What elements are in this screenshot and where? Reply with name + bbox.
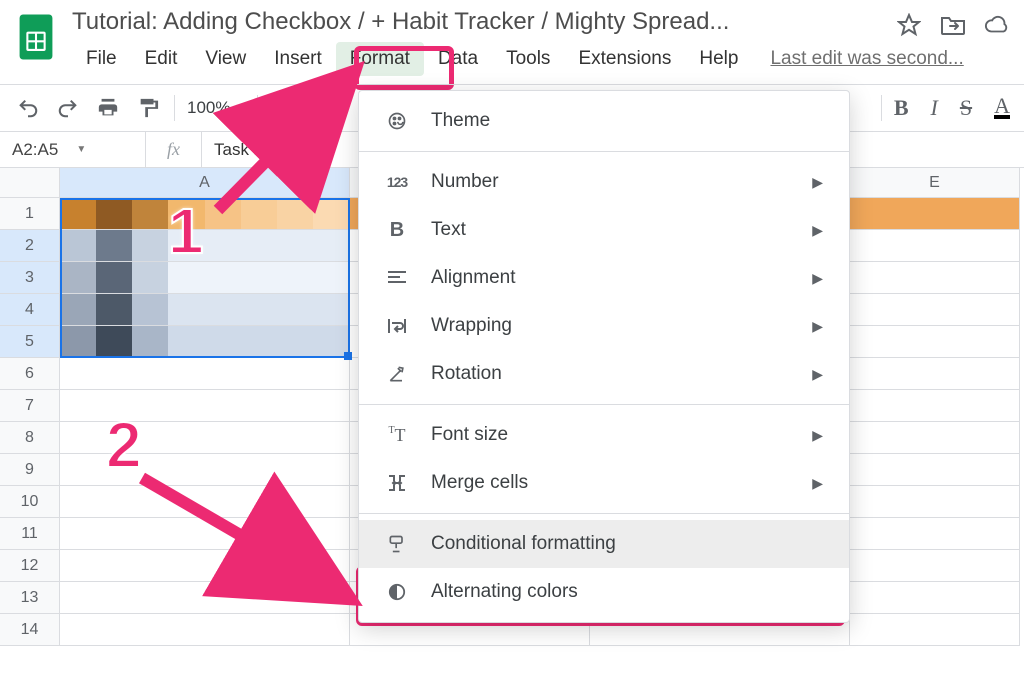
submenu-arrow-icon: ▶ [812,318,823,335]
conditional-icon [385,534,409,554]
menu-tools[interactable]: Tools [492,42,564,76]
menu-text-label: Text [431,219,790,241]
col-header-e[interactable]: E [850,168,1020,198]
theme-icon [385,111,409,131]
menu-font-size[interactable]: TT Font size ▶ [359,411,849,459]
submenu-arrow-icon: ▶ [812,475,823,492]
sheets-logo[interactable] [14,8,58,66]
select-all-corner[interactable] [0,168,60,198]
text-icon: B [385,219,409,242]
submenu-arrow-icon: ▶ [812,270,823,287]
undo-button[interactable] [14,94,42,122]
menu-text[interactable]: B Text ▶ [359,206,849,254]
submenu-arrow-icon: ▶ [812,366,823,383]
menu-edit[interactable]: Edit [131,42,192,76]
alignment-icon [385,270,409,286]
cloud-icon[interactable] [984,12,1010,38]
submenu-arrow-icon: ▶ [812,427,823,444]
font-size-icon: TT [385,425,409,446]
menu-help[interactable]: Help [685,42,752,76]
menu-rotation[interactable]: Rotation ▶ [359,350,849,398]
cell-a4[interactable] [60,294,350,326]
cell-a5[interactable] [60,326,350,358]
menu-wrapping-label: Wrapping [431,315,790,337]
row-header[interactable]: 13 [0,582,60,614]
menu-theme[interactable]: Theme [359,97,849,145]
row-header[interactable]: 10 [0,486,60,518]
row-header[interactable]: 7 [0,390,60,422]
strike-button[interactable]: S [960,95,972,121]
number-icon: 123 [385,174,409,190]
row-header[interactable]: 4 [0,294,60,326]
menu-number[interactable]: 123 Number ▶ [359,158,849,206]
row-header[interactable]: 2 [0,230,60,262]
menu-number-label: Number [431,171,790,193]
row-header[interactable]: 8 [0,422,60,454]
arrow-1 [200,60,370,220]
name-box[interactable]: A2:A5 ▼ [0,132,146,167]
callout-2: 2 [106,408,142,482]
row-header[interactable]: 6 [0,358,60,390]
row-header[interactable]: 12 [0,550,60,582]
bold-button[interactable]: B [894,95,909,121]
submenu-arrow-icon: ▶ [812,222,823,239]
paint-format-button[interactable] [134,94,162,122]
doc-title[interactable]: Tutorial: Adding Checkbox / + Habit Trac… [72,8,832,36]
name-box-value: A2:A5 [12,140,58,160]
redo-button[interactable] [54,94,82,122]
alternating-icon [385,583,409,601]
star-icon[interactable] [896,12,922,38]
wrapping-icon [385,317,409,335]
merge-icon [385,474,409,492]
italic-button[interactable]: I [931,95,938,121]
name-box-dropdown-icon: ▼ [76,144,86,155]
submenu-arrow-icon: ▶ [812,174,823,191]
menu-merge-label: Merge cells [431,472,790,494]
menu-bar: File Edit View Insert Format Data Tools … [72,42,882,76]
text-color-button[interactable]: A [994,97,1010,119]
arrow-2 [130,466,370,616]
menu-file[interactable]: File [72,42,131,76]
menu-alignment[interactable]: Alignment ▶ [359,254,849,302]
rotation-icon [385,364,409,384]
row-header[interactable]: 9 [0,454,60,486]
row-header[interactable]: 3 [0,262,60,294]
menu-merge-cells[interactable]: Merge cells ▶ [359,459,849,507]
last-edit-link[interactable]: Last edit was second... [770,48,963,70]
fx-label: fx [146,132,202,167]
menu-alignment-label: Alignment [431,267,790,289]
callout-1: 1 [168,194,204,268]
row-header[interactable]: 14 [0,614,60,646]
menu-data[interactable]: Data [424,42,492,76]
menu-conditional-formatting[interactable]: Conditional formatting [359,520,849,568]
row-header[interactable]: 1 [0,198,60,230]
menu-alternating-colors[interactable]: Alternating colors [359,568,849,616]
menu-alternating-label: Alternating colors [431,581,823,603]
move-icon[interactable] [940,12,966,38]
print-button[interactable] [94,94,122,122]
format-menu-dropdown: Theme 123 Number ▶ B Text ▶ Alignment ▶ … [358,90,850,623]
menu-wrapping[interactable]: Wrapping ▶ [359,302,849,350]
menu-rotation-label: Rotation [431,363,790,385]
menu-conditional-label: Conditional formatting [431,533,823,555]
row-header[interactable]: 5 [0,326,60,358]
cell-a3[interactable] [60,262,350,294]
row-header[interactable]: 11 [0,518,60,550]
menu-font-size-label: Font size [431,424,790,446]
menu-theme-label: Theme [431,110,823,132]
cell-a2[interactable] [60,230,350,262]
menu-extensions[interactable]: Extensions [564,42,685,76]
